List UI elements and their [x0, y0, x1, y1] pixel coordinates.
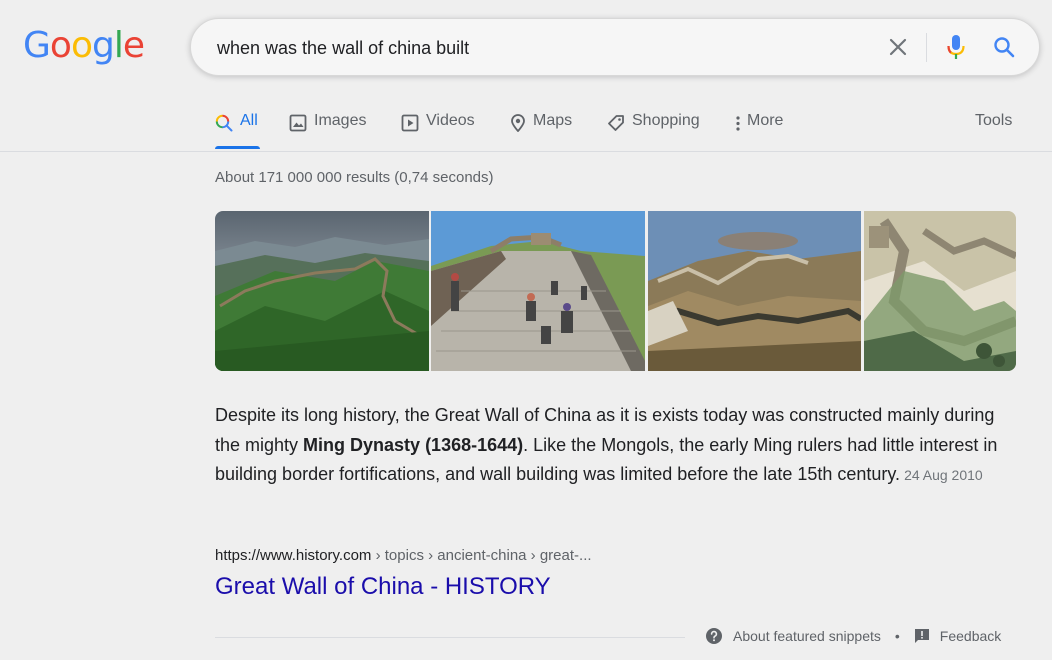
result-url-domain: https://www.history.com	[215, 547, 372, 564]
tab-more[interactable]: More	[734, 112, 783, 150]
featured-snippet-text: Despite its long history, the Great Wall…	[215, 401, 1015, 491]
feedback-link[interactable]: Feedback	[914, 628, 1001, 644]
logo-letter-l: l	[113, 25, 124, 66]
tab-maps-label: Maps	[533, 112, 573, 129]
great-wall-mountains-image	[215, 211, 429, 371]
tab-shopping[interactable]: Shopping	[607, 112, 700, 150]
result-url[interactable]: https://www.history.com › topics › ancie…	[215, 547, 592, 564]
map-pin-icon	[511, 114, 525, 132]
result-url-breadcrumbs: › topics › ancient-china › great-...	[371, 547, 592, 564]
search-button[interactable]	[989, 19, 1019, 75]
logo-letter-o2: o	[70, 25, 93, 66]
logo-letter-o1: o	[49, 25, 72, 66]
image-result-2[interactable]	[431, 211, 645, 371]
search-input[interactable]: when was the wall of china built	[217, 38, 469, 59]
more-vert-icon	[736, 116, 740, 131]
logo-letter-g: G	[23, 25, 51, 66]
tab-all[interactable]: All	[215, 112, 260, 150]
tab-images[interactable]: Images	[289, 112, 366, 150]
logo-letter-e: e	[122, 25, 145, 66]
microphone-icon	[947, 35, 965, 59]
image-result-3[interactable]	[648, 211, 861, 371]
google-logo[interactable]: Google	[23, 25, 145, 66]
image-icon	[289, 114, 307, 132]
image-result-1[interactable]	[215, 211, 429, 371]
great-wall-painting-image	[864, 211, 1016, 371]
great-wall-hills-image	[648, 211, 861, 371]
footer-divider	[215, 637, 685, 638]
tools-button[interactable]: Tools	[975, 112, 1012, 130]
snippet-highlight: Ming Dynasty (1368-1644)	[303, 434, 524, 455]
tab-more-label: More	[747, 112, 784, 129]
feedback-icon	[914, 629, 929, 643]
clear-icon	[889, 38, 907, 56]
clear-button[interactable]	[881, 19, 915, 75]
search-box[interactable]: when was the wall of china built	[190, 18, 1040, 76]
search-divider	[926, 33, 927, 62]
search-icon	[994, 37, 1015, 58]
image-strip	[215, 211, 1016, 371]
tab-videos[interactable]: Videos	[401, 112, 475, 150]
tag-icon	[608, 115, 624, 131]
great-wall-tourists-image	[431, 211, 645, 371]
feedback-label: Feedback	[939, 628, 1002, 644]
tab-maps[interactable]: Maps	[510, 112, 572, 150]
search-icon	[215, 114, 233, 132]
footer-separator: •	[894, 628, 900, 644]
help-icon	[706, 628, 722, 644]
header-divider	[0, 151, 1052, 152]
about-featured-snippets-link[interactable]: About featured snippets	[705, 627, 881, 645]
voice-search-button[interactable]	[941, 19, 971, 75]
logo-letter-g2: g	[91, 25, 115, 66]
tab-shopping-label: Shopping	[632, 112, 700, 129]
snippet-date: 24 Aug 2010	[904, 467, 983, 484]
tab-images-label: Images	[314, 112, 367, 129]
video-icon	[401, 114, 419, 132]
tab-all-label: All	[240, 112, 258, 129]
result-title-link[interactable]: Great Wall of China - HISTORY	[215, 573, 551, 601]
about-featured-snippets-label: About featured snippets	[733, 628, 881, 644]
image-result-4[interactable]	[864, 211, 1016, 371]
tab-videos-label: Videos	[426, 112, 475, 129]
snippet-footer: About featured snippets • Feedback	[705, 627, 1001, 645]
results-stats: About 171 000 000 results (0,74 seconds)	[215, 169, 494, 186]
